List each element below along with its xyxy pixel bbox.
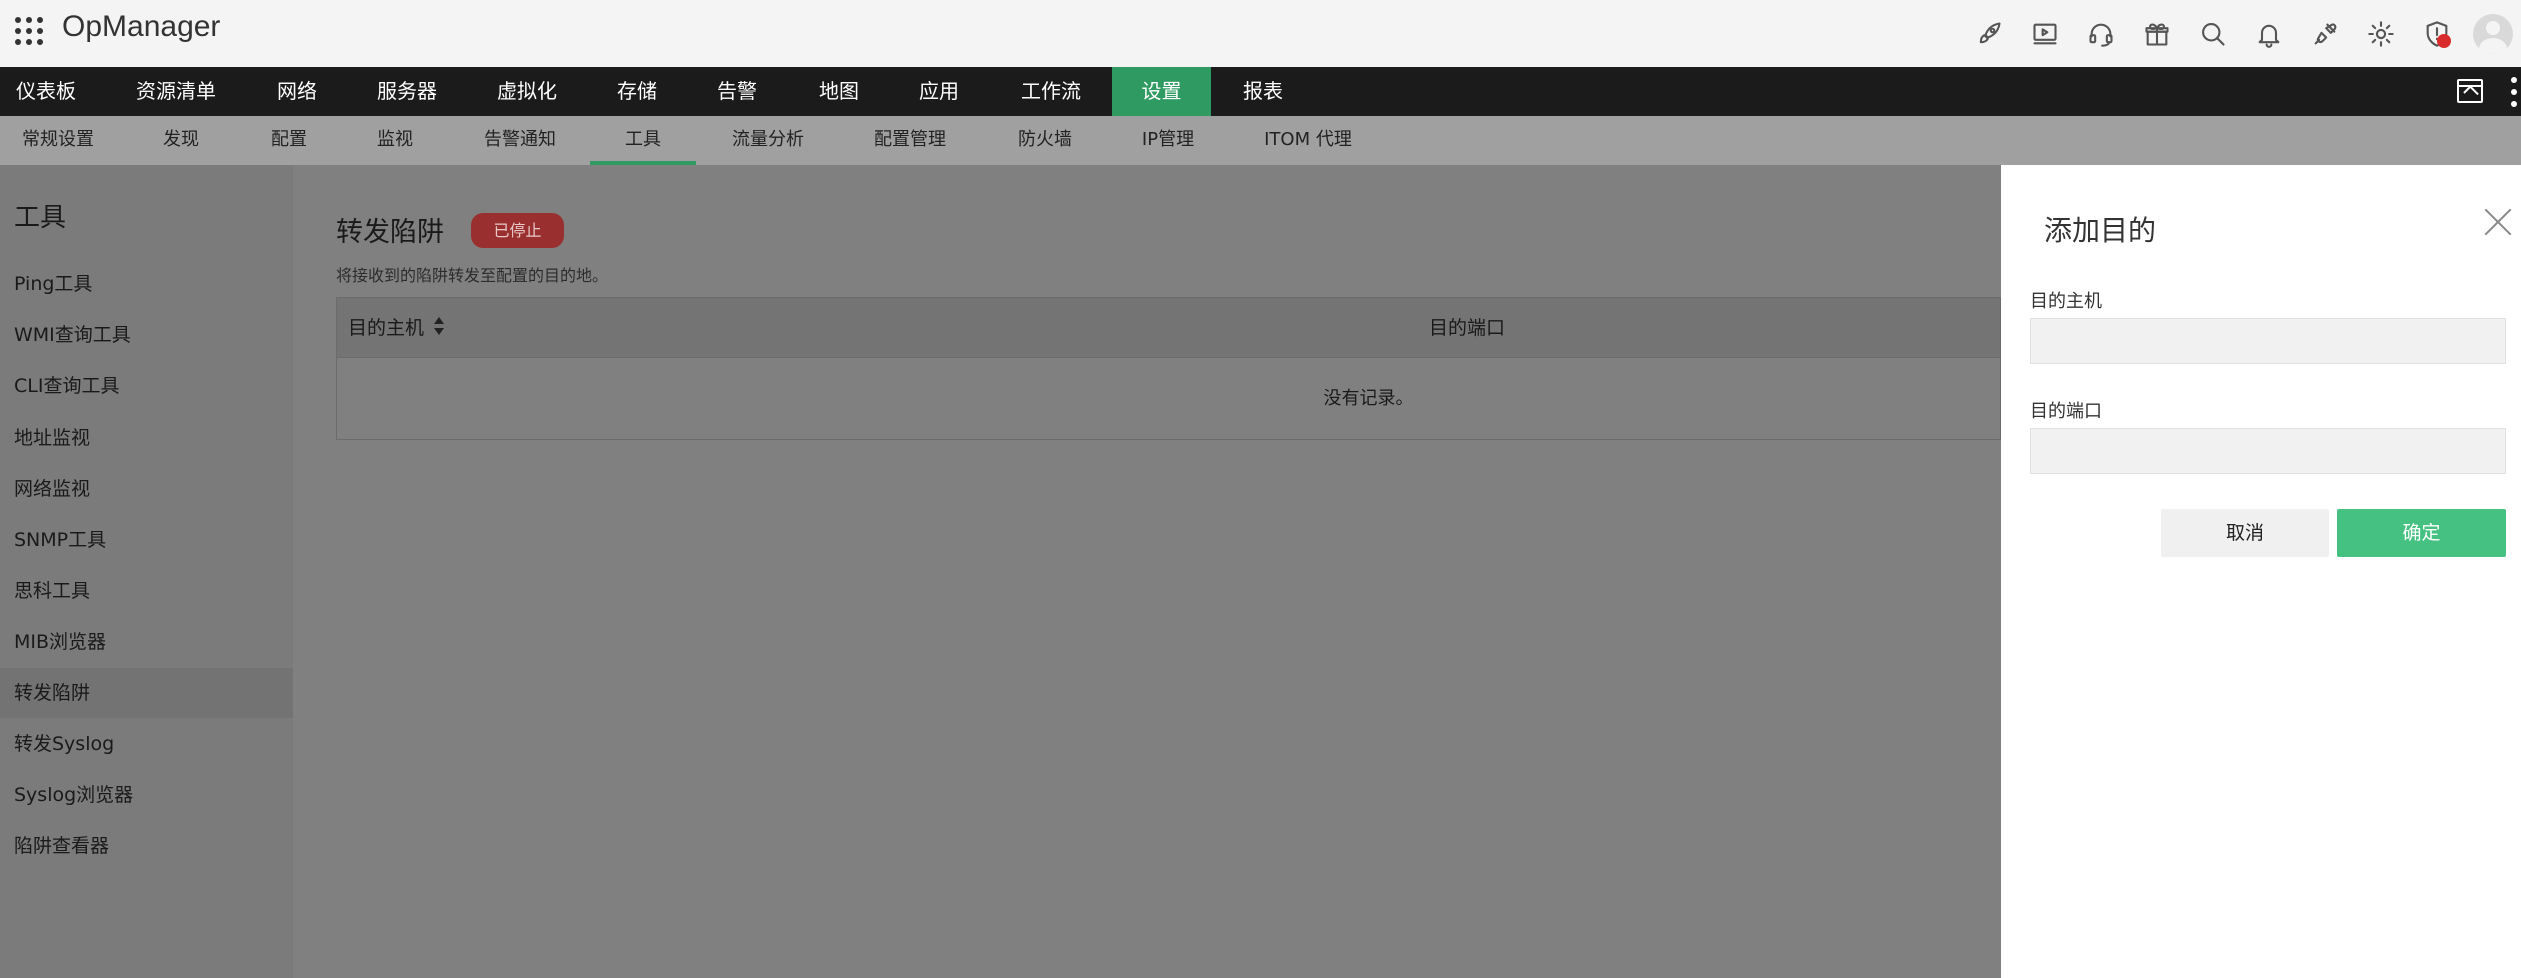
dest-host-label: 目的主机: [2030, 291, 2102, 312]
sidebar-item-cisco-tools[interactable]: 思科工具: [0, 566, 293, 616]
subtab-discovery[interactable]: 发现: [150, 116, 212, 165]
sidebar-item-ping-tool[interactable]: Ping工具: [0, 259, 293, 309]
tools-sidebar: 工具 Ping工具 WMI查询工具 CLI查询工具 地址监视 网络监视 SNMP…: [0, 165, 293, 978]
tab-apps[interactable]: 应用: [906, 67, 972, 116]
sidebar-item-trap-viewer[interactable]: 陷阱查看器: [0, 821, 293, 871]
tab-reports[interactable]: 报表: [1230, 67, 1296, 116]
sidebar-item-forward-traps[interactable]: 转发陷阱: [0, 668, 293, 718]
subtab-monitoring[interactable]: 监视: [364, 116, 426, 165]
sidebar-item-wmi-query[interactable]: WMI查询工具: [0, 310, 293, 360]
cancel-button[interactable]: 取消: [2161, 509, 2329, 557]
headset-icon[interactable]: [2073, 0, 2129, 67]
panel-title: 添加目的: [2044, 214, 2157, 247]
page-description: 将接收到的陷阱转发至配置的目的地。: [336, 266, 609, 285]
subtab-general-settings[interactable]: 常规设置: [10, 116, 106, 165]
user-avatar[interactable]: [2465, 0, 2521, 67]
sidebar-item-cli-query[interactable]: CLI查询工具: [0, 361, 293, 411]
subtab-ip-management[interactable]: IP管理: [1128, 116, 1208, 165]
sub-nav: 常规设置 发现 配置 监视 告警通知 工具 流量分析 配置管理 防火墙 IP管理…: [0, 116, 2521, 165]
gift-icon[interactable]: [2129, 0, 2185, 67]
subtab-config-management[interactable]: 配置管理: [862, 116, 958, 165]
tab-network[interactable]: 网络: [262, 67, 332, 116]
tab-dashboard[interactable]: 仪表板: [0, 67, 92, 116]
more-options-icon[interactable]: [2511, 77, 2517, 107]
empty-table-message: 没有记录。: [1323, 388, 1414, 409]
sidebar-item-network-monitor[interactable]: 网络监视: [0, 464, 293, 514]
add-destination-panel: 添加目的 目的主机 目的端口 取消 确定: [2001, 165, 2521, 978]
subtab-flow-analysis[interactable]: 流量分析: [720, 116, 816, 165]
bell-icon[interactable]: [2241, 0, 2297, 67]
sort-icon[interactable]: [434, 316, 445, 335]
tab-virtualization[interactable]: 虚拟化: [484, 67, 570, 116]
subtab-configuration[interactable]: 配置: [258, 116, 320, 165]
sidebar-item-mib-browser[interactable]: MIB浏览器: [0, 617, 293, 667]
app-title[interactable]: OpManager: [62, 10, 220, 44]
plug-icon[interactable]: [2297, 0, 2353, 67]
table-header: 目的主机 目的端口: [337, 298, 2000, 358]
column-header-label: 目的主机: [348, 317, 425, 339]
header-icon-bar: [1961, 0, 2521, 67]
sidebar-item-forward-syslog[interactable]: 转发Syslog: [0, 719, 293, 769]
alert-badge-dot: [2437, 34, 2451, 48]
sidebar-item-syslog-browser[interactable]: Syslog浏览器: [0, 770, 293, 820]
dest-host-input[interactable]: [2030, 318, 2506, 364]
subtab-tools[interactable]: 工具: [590, 116, 696, 165]
close-icon[interactable]: [2483, 207, 2513, 237]
alert-shield-icon[interactable]: [2409, 0, 2465, 67]
screen-view-icon[interactable]: [2457, 79, 2483, 103]
column-header-dest-port[interactable]: 目的端口: [1429, 298, 1505, 358]
destinations-table: 目的主机 目的端口 没有记录。: [336, 297, 2001, 440]
search-icon[interactable]: [2185, 0, 2241, 67]
confirm-button[interactable]: 确定: [2337, 509, 2506, 557]
top-header: OpManager: [0, 0, 2521, 67]
video-icon[interactable]: [2017, 0, 2073, 67]
subtab-firewall[interactable]: 防火墙: [1004, 116, 1086, 165]
tab-inventory[interactable]: 资源清单: [124, 67, 228, 116]
sidebar-title: 工具: [14, 203, 67, 233]
tab-storage[interactable]: 存储: [604, 67, 670, 116]
rocket-icon[interactable]: [1961, 0, 2017, 67]
status-badge[interactable]: 已停止: [471, 213, 564, 248]
page-title: 转发陷阱: [336, 217, 444, 248]
sidebar-item-address-monitor[interactable]: 地址监视: [0, 413, 293, 463]
sidebar-item-snmp-tool[interactable]: SNMP工具: [0, 515, 293, 565]
dest-port-input[interactable]: [2030, 428, 2506, 474]
column-header-dest-host[interactable]: 目的主机: [348, 298, 445, 358]
tab-settings[interactable]: 设置: [1112, 67, 1211, 116]
main-nav: 仪表板 资源清单 网络 服务器 虚拟化 存储 告警 地图 应用 工作流 设置 报…: [0, 67, 2521, 116]
gear-icon[interactable]: [2353, 0, 2409, 67]
subtab-itom-agent[interactable]: ITOM 代理: [1256, 116, 1360, 165]
tab-workflow[interactable]: 工作流: [1008, 67, 1094, 116]
dest-port-label: 目的端口: [2030, 401, 2102, 422]
tab-maps[interactable]: 地图: [806, 67, 872, 116]
tab-servers[interactable]: 服务器: [364, 67, 450, 116]
subtab-notifications[interactable]: 告警通知: [472, 116, 568, 165]
tab-alarms[interactable]: 告警: [704, 67, 770, 116]
app-launcher-icon[interactable]: [15, 17, 43, 45]
